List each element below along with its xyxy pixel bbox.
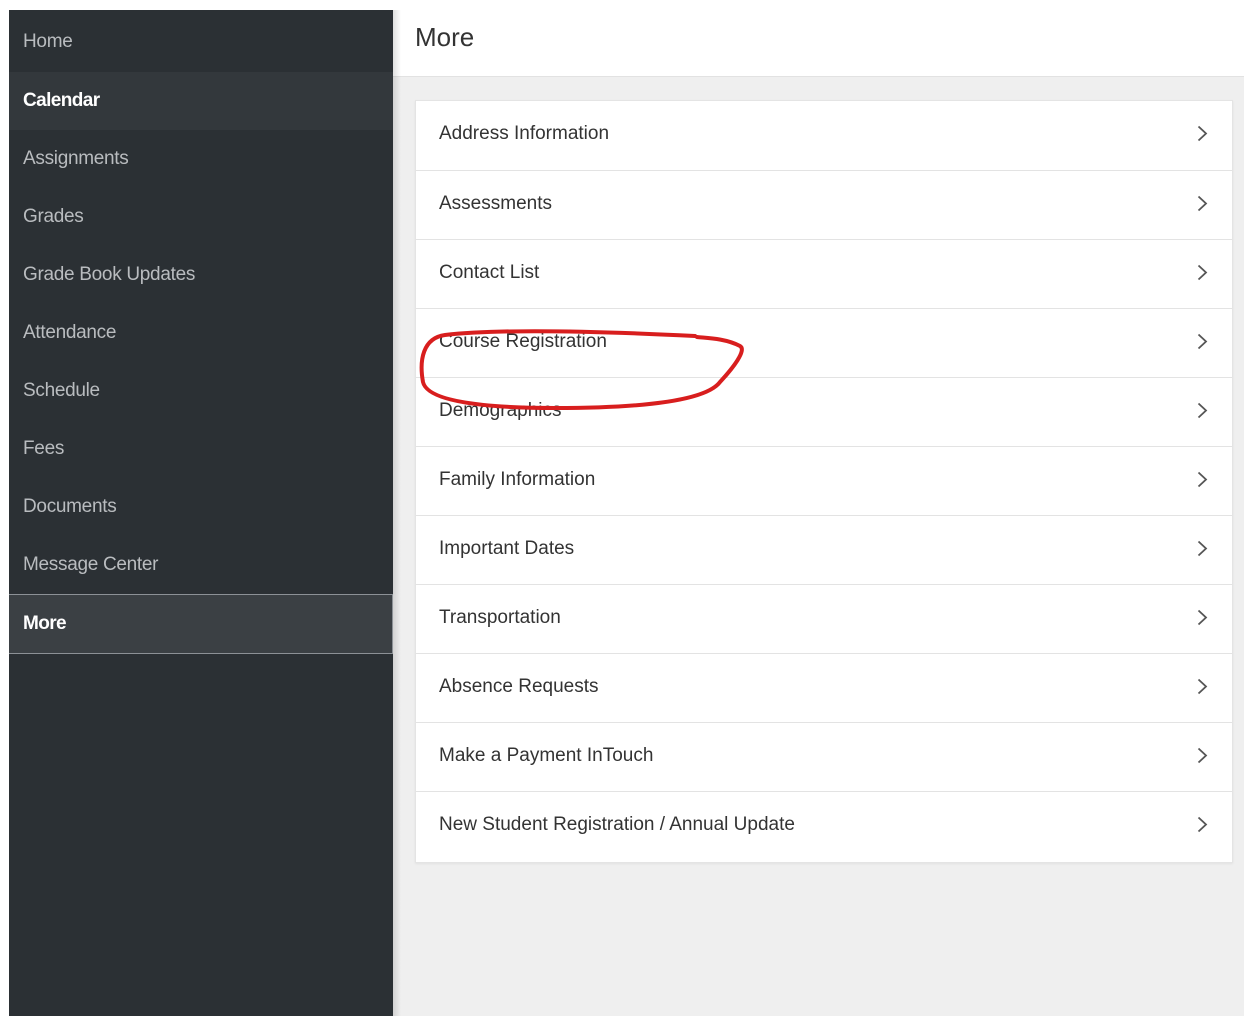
chevron-right-icon <box>1197 195 1208 212</box>
sidebar-item-label: Message Center <box>23 554 159 575</box>
list-item-label: Course Registration <box>439 331 607 352</box>
page-header: More <box>393 10 1244 77</box>
sidebar-item-more[interactable]: More <box>9 594 393 654</box>
list-item-contact-list[interactable]: Contact List <box>416 240 1232 309</box>
list-item-label: Demographics <box>439 400 562 421</box>
sidebar-item-grades[interactable]: Grades <box>9 188 393 246</box>
sidebar-shadow <box>393 10 401 1016</box>
chevron-right-icon <box>1197 125 1208 142</box>
chevron-right-icon <box>1197 402 1208 419</box>
list-item-family-information[interactable]: Family Information <box>416 447 1232 516</box>
list-item-label: Transportation <box>439 607 561 628</box>
sidebar-item-label: Documents <box>23 496 117 517</box>
sidebar-nav: Home Calendar Assignments Grades Grade B… <box>9 10 393 1016</box>
sidebar-item-label: Fees <box>23 438 65 459</box>
list-item-transportation[interactable]: Transportation <box>416 585 1232 654</box>
app-frame: Home Calendar Assignments Grades Grade B… <box>9 10 1244 1016</box>
chevron-right-icon <box>1197 471 1208 488</box>
page-title: More <box>415 22 475 52</box>
list-item-new-student-registration[interactable]: New Student Registration / Annual Update <box>416 792 1232 862</box>
more-options-list: Address Information Assessments Contact … <box>415 100 1233 863</box>
list-item-label: Absence Requests <box>439 676 599 697</box>
sidebar-item-label: Attendance <box>23 322 117 343</box>
list-item-demographics[interactable]: Demographics <box>416 378 1232 447</box>
sidebar-item-message-center[interactable]: Message Center <box>9 536 393 594</box>
sidebar-item-label: Grades <box>23 206 84 227</box>
list-item-important-dates[interactable]: Important Dates <box>416 516 1232 585</box>
sidebar-item-assignments[interactable]: Assignments <box>9 130 393 188</box>
chevron-right-icon <box>1197 609 1208 626</box>
chevron-right-icon <box>1197 264 1208 281</box>
chevron-right-icon <box>1197 747 1208 764</box>
list-item-make-a-payment[interactable]: Make a Payment InTouch <box>416 723 1232 792</box>
sidebar-item-label: Assignments <box>23 148 129 169</box>
sidebar-item-fees[interactable]: Fees <box>9 420 393 478</box>
list-item-label: Make a Payment InTouch <box>439 745 654 766</box>
list-item-label: New Student Registration / Annual Update <box>439 814 795 835</box>
chevron-right-icon <box>1197 678 1208 695</box>
list-item-label: Contact List <box>439 262 540 283</box>
chevron-right-icon <box>1197 816 1208 833</box>
list-item-assessments[interactable]: Assessments <box>416 171 1232 240</box>
sidebar-item-home[interactable]: Home <box>9 10 393 72</box>
list-item-address-information[interactable]: Address Information <box>416 101 1232 171</box>
sidebar-item-label: Grade Book Updates <box>23 264 196 285</box>
sidebar-item-attendance[interactable]: Attendance <box>9 304 393 362</box>
chevron-right-icon <box>1197 540 1208 557</box>
sidebar-item-label: Home <box>23 31 73 52</box>
list-item-label: Assessments <box>439 193 552 214</box>
list-item-label: Important Dates <box>439 538 575 559</box>
chevron-right-icon <box>1197 333 1208 350</box>
list-item-course-registration[interactable]: Course Registration <box>416 309 1232 378</box>
sidebar-item-label: Schedule <box>23 380 100 401</box>
sidebar-item-label: Calendar <box>23 90 100 111</box>
list-item-label: Address Information <box>439 123 610 144</box>
sidebar-item-label: More <box>23 613 67 634</box>
sidebar-item-calendar[interactable]: Calendar <box>9 72 393 130</box>
list-item-label: Family Information <box>439 469 596 490</box>
main-content: More Address Information Assessments Con… <box>393 10 1244 1016</box>
sidebar-item-documents[interactable]: Documents <box>9 478 393 536</box>
sidebar-item-grade-book-updates[interactable]: Grade Book Updates <box>9 246 393 304</box>
list-item-absence-requests[interactable]: Absence Requests <box>416 654 1232 723</box>
sidebar-item-schedule[interactable]: Schedule <box>9 362 393 420</box>
